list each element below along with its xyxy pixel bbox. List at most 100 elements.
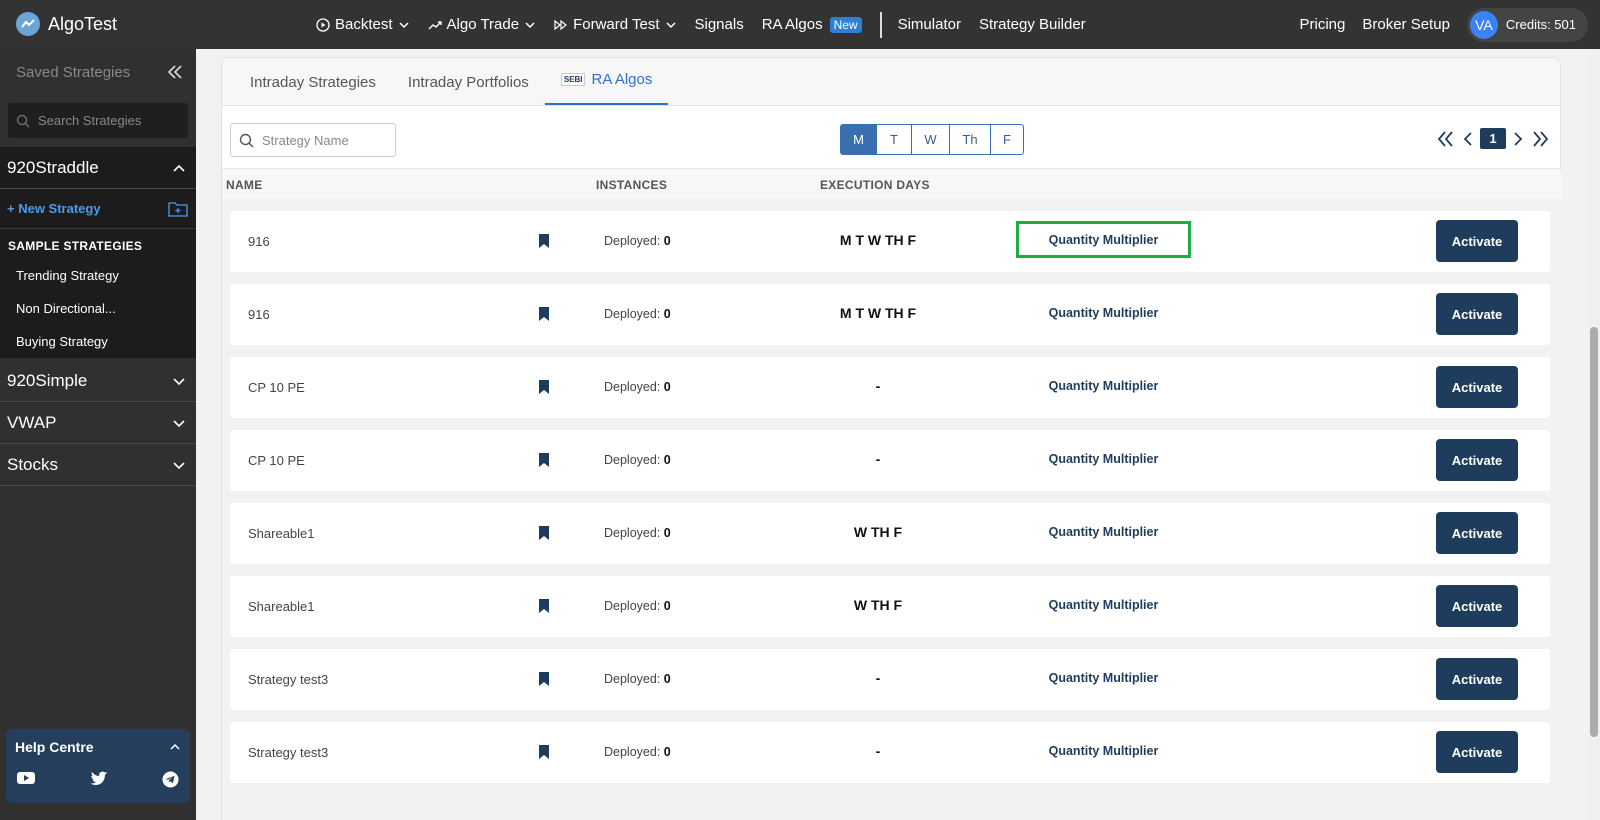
group-header-920straddle[interactable]: 920Straddle: [0, 147, 196, 189]
strategy-name: Strategy test3: [248, 672, 329, 687]
bookmark-icon[interactable]: [538, 599, 550, 613]
execution-days: M T W TH F: [839, 305, 917, 321]
first-page-icon[interactable]: [1436, 130, 1456, 148]
bookmark-icon[interactable]: [538, 526, 550, 540]
help-centre-title: Help Centre: [15, 739, 94, 755]
nav-pricing[interactable]: Pricing: [1300, 16, 1346, 33]
nav-algo-trade[interactable]: Algo Trade: [428, 16, 537, 33]
next-page-icon[interactable]: [1512, 130, 1524, 148]
deployed-value: 0: [663, 526, 671, 540]
group-header-920simple[interactable]: 920Simple: [0, 360, 196, 402]
brand[interactable]: AlgoTest: [16, 12, 117, 36]
bookmark-icon[interactable]: [538, 745, 550, 759]
quantity-multiplier-link[interactable]: Quantity Multiplier: [1016, 659, 1191, 696]
day-filter-th[interactable]: Th: [950, 124, 991, 155]
quantity-multiplier-link[interactable]: Quantity Multiplier: [1016, 586, 1191, 623]
nav-ra-algos-label: RA Algos: [761, 16, 823, 33]
prev-page-icon[interactable]: [1462, 130, 1474, 148]
activate-button[interactable]: Activate: [1436, 366, 1518, 408]
new-folder-icon[interactable]: [168, 201, 188, 217]
page-scrollbar[interactable]: [1588, 49, 1600, 820]
execution-days: -: [875, 451, 881, 467]
activate-button[interactable]: Activate: [1436, 220, 1518, 262]
table-row: Shareable1 Deployed: 0 W TH F Quantity Mult…: [230, 576, 1550, 637]
bookmark-icon[interactable]: [538, 672, 550, 686]
scrollbar-thumb[interactable]: [1590, 327, 1598, 737]
sample-strategy-item[interactable]: Trending Strategy: [0, 259, 196, 292]
nav-ra-algos[interactable]: RA Algos New: [762, 16, 862, 33]
table-row: CP 10 PE Deployed: 0 - Quantity Multiplier A…: [230, 357, 1550, 418]
last-page-icon[interactable]: [1530, 130, 1550, 148]
bookmark-icon[interactable]: [538, 380, 550, 394]
activate-button[interactable]: Activate: [1436, 512, 1518, 554]
avatar: VA: [1469, 10, 1498, 39]
group-header-stocks[interactable]: Stocks: [0, 444, 196, 486]
group-header-vwap[interactable]: VWAP: [0, 402, 196, 444]
activate-button[interactable]: Activate: [1436, 731, 1518, 773]
new-strategy-row: + New Strategy: [0, 189, 196, 229]
twitter-icon[interactable]: [90, 771, 108, 788]
sample-strategy-item[interactable]: Buying Strategy: [0, 325, 196, 358]
sample-strategy-item[interactable]: Non Directional...: [0, 292, 196, 325]
quantity-multiplier-link[interactable]: Quantity Multiplier: [1016, 440, 1191, 477]
account-menu[interactable]: VA Credits: 501: [1466, 7, 1588, 42]
nav-backtest-label: Backtest: [335, 16, 393, 33]
nav-simulator[interactable]: Simulator: [898, 16, 961, 33]
strategies-panel: Intraday Strategies Intraday Portfolios …: [221, 57, 1562, 820]
social-links: [15, 771, 181, 788]
deployed-count: Deployed: 0: [604, 745, 671, 759]
col-instances-header: INSTANCES: [596, 178, 668, 192]
current-page[interactable]: 1: [1480, 128, 1506, 149]
day-filter-t[interactable]: T: [877, 124, 912, 155]
activate-button[interactable]: Activate: [1436, 658, 1518, 700]
table-header: NAME INSTANCES EXECUTION DAYS: [222, 168, 1562, 200]
activate-button[interactable]: Activate: [1436, 439, 1518, 481]
quantity-multiplier-link[interactable]: Quantity Multiplier: [1016, 732, 1191, 769]
sample-strategies-heading: SAMPLE STRATEGIES: [8, 239, 143, 253]
chevron-up-icon: [172, 161, 186, 175]
quantity-multiplier-link[interactable]: Quantity Multiplier: [1016, 367, 1191, 404]
bookmark-icon[interactable]: [538, 307, 550, 321]
tab-intraday-strategies[interactable]: Intraday Strategies: [234, 74, 392, 105]
table-row: 916 Deployed: 0 M T W TH F Quantity Multipl…: [230, 211, 1550, 272]
nav-strategy-builder-label: Strategy Builder: [978, 16, 1086, 33]
telegram-icon[interactable]: [162, 771, 179, 788]
execution-days: M T W TH F: [839, 232, 917, 248]
activate-button[interactable]: Activate: [1436, 585, 1518, 627]
day-filter-m[interactable]: M: [840, 124, 877, 155]
quantity-multiplier-link[interactable]: Quantity Multiplier: [1016, 221, 1191, 258]
nav-forward-test-label: Forward Test: [573, 16, 660, 33]
search-strategies-input[interactable]: [38, 113, 178, 128]
nav-broker-setup[interactable]: Broker Setup: [1362, 16, 1450, 33]
day-filter-f[interactable]: F: [991, 124, 1024, 155]
strategy-name: Strategy test3: [248, 745, 329, 760]
table-row: 916 Deployed: 0 M T W TH F Quantity Multipl…: [230, 284, 1550, 345]
tab-intraday-portfolios[interactable]: Intraday Portfolios: [392, 74, 545, 105]
help-centre-header[interactable]: Help Centre: [15, 739, 181, 755]
bookmark-icon[interactable]: [538, 453, 550, 467]
nav-backtest[interactable]: Backtest: [316, 16, 410, 33]
nav-strategy-builder[interactable]: Strategy Builder: [979, 16, 1086, 33]
day-filter-w[interactable]: W: [912, 124, 950, 155]
new-strategy-button[interactable]: + New Strategy: [7, 201, 101, 216]
table-row: Shareable1 Deployed: 0 W TH F Quantity Mult…: [230, 503, 1550, 564]
youtube-icon[interactable]: [17, 771, 35, 788]
activate-button[interactable]: Activate: [1436, 293, 1518, 335]
trend-up-icon: [428, 18, 442, 32]
search-icon: [239, 133, 254, 148]
bookmark-icon[interactable]: [538, 234, 550, 248]
quantity-multiplier-link[interactable]: Quantity Multiplier: [1016, 294, 1191, 331]
tab-ra-algos[interactable]: SEBI RA Algos: [544, 71, 669, 105]
nav-signals[interactable]: Signals: [695, 16, 744, 33]
collapse-sidebar-icon[interactable]: [166, 63, 184, 81]
nav-forward-test[interactable]: Forward Test: [554, 16, 676, 33]
group-name: 920Simple: [7, 370, 88, 390]
fast-forward-icon: [554, 18, 568, 32]
table-row: Strategy test3 Deployed: 0 - Quantity Multi…: [230, 649, 1550, 710]
deployed-count: Deployed: 0: [604, 380, 671, 394]
quantity-multiplier-link[interactable]: Quantity Multiplier: [1016, 513, 1191, 550]
table-toolbar: M T W Th F 1: [230, 123, 1550, 157]
strategy-search: [230, 123, 396, 157]
sidebar-header: Saved Strategies: [0, 49, 196, 95]
strategy-name-input[interactable]: [262, 132, 382, 148]
